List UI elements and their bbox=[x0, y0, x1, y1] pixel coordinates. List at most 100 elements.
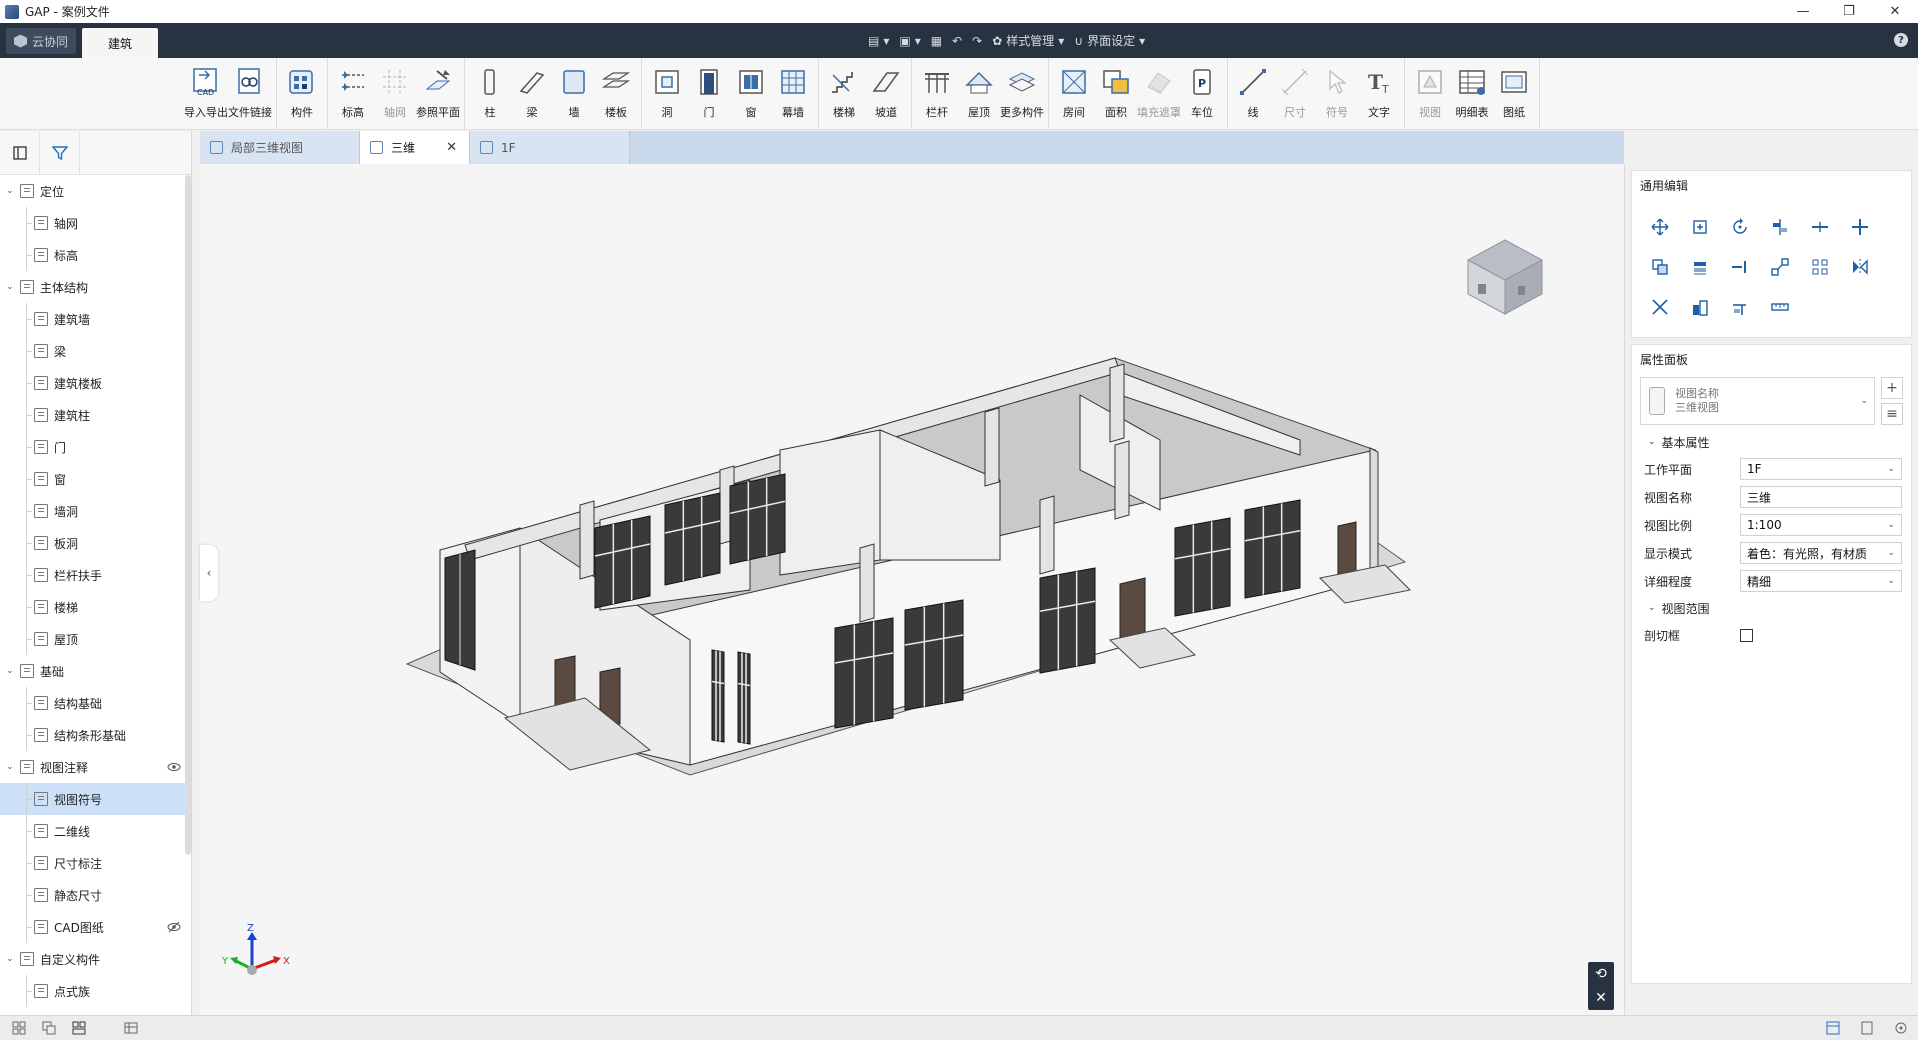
tree-scrollbar[interactable] bbox=[185, 175, 191, 855]
tree-item[interactable]: 窗 bbox=[0, 463, 191, 495]
roof-button[interactable]: 屋顶 bbox=[958, 58, 1000, 129]
tree-item[interactable]: 二维线 bbox=[0, 815, 191, 847]
model-window[interactable] bbox=[1039, 567, 1096, 674]
copy-icon[interactable] bbox=[1680, 207, 1720, 247]
toggle-panel-button[interactable] bbox=[0, 130, 40, 175]
split-icon[interactable] bbox=[1800, 207, 1840, 247]
tree-item[interactable]: 静态尺寸 bbox=[0, 879, 191, 911]
arrange-view-icon[interactable] bbox=[68, 1017, 90, 1039]
property-select[interactable]: 精细 ⌄ bbox=[1740, 570, 1902, 592]
eye-icon[interactable] bbox=[167, 761, 181, 773]
model-window[interactable] bbox=[737, 651, 751, 745]
model-window[interactable] bbox=[711, 649, 725, 743]
document-tab[interactable]: 局部三维视图 bbox=[200, 131, 360, 164]
open-file-menu[interactable]: ▣ ▾ bbox=[899, 34, 920, 48]
new-file-menu[interactable]: ▤ ▾ bbox=[868, 34, 889, 48]
tree-item[interactable]: 结构基础 bbox=[0, 687, 191, 719]
tree-item[interactable]: 板洞 bbox=[0, 527, 191, 559]
line-button[interactable]: 线 bbox=[1232, 58, 1274, 129]
model-column[interactable] bbox=[1039, 495, 1055, 575]
opening-button[interactable]: 洞 bbox=[646, 58, 688, 129]
model-door[interactable] bbox=[1337, 521, 1357, 577]
tree-item[interactable]: 墙洞 bbox=[0, 495, 191, 527]
tree-item[interactable]: 楼梯 bbox=[0, 591, 191, 623]
cascade-view-icon[interactable] bbox=[38, 1017, 60, 1039]
undo-button[interactable]: ↶ bbox=[952, 34, 962, 48]
ramp-button[interactable]: 坡道 bbox=[865, 58, 907, 129]
stair-button[interactable]: 楼梯 bbox=[823, 58, 865, 129]
ui-settings-menu[interactable]: ∪ 界面设定 ▾ bbox=[1074, 32, 1145, 49]
help-icon[interactable]: ? bbox=[1894, 33, 1908, 47]
chevron-down-icon[interactable]: ⌄ bbox=[6, 666, 20, 676]
restore-button[interactable]: ❐ bbox=[1826, 0, 1872, 23]
tree-category[interactable]: ⌄ 主体结构 bbox=[0, 271, 191, 303]
tree-category[interactable]: ⌄ 基础 bbox=[0, 655, 191, 687]
model-column[interactable] bbox=[859, 543, 875, 623]
model-column[interactable] bbox=[1109, 363, 1125, 443]
model-column[interactable] bbox=[1114, 440, 1130, 520]
schedule-button[interactable]: 明细表 bbox=[1451, 58, 1493, 129]
area-button[interactable]: 面积 bbox=[1095, 58, 1137, 129]
measure-icon[interactable] bbox=[1760, 287, 1800, 327]
property-select[interactable]: 着色：有光照，有材质 ⌄ bbox=[1740, 542, 1902, 564]
parking-button[interactable]: P 车位 bbox=[1181, 58, 1223, 129]
trim-icon[interactable] bbox=[1840, 207, 1880, 247]
more-components-button[interactable]: 更多构件 bbox=[1000, 58, 1044, 129]
scale-icon[interactable] bbox=[1760, 247, 1800, 287]
tree-item[interactable]: 点式族 bbox=[0, 975, 191, 1007]
style-management-menu[interactable]: ✿ 样式管理 ▾ bbox=[992, 32, 1064, 49]
add-type-button[interactable]: + bbox=[1881, 377, 1903, 399]
page-icon[interactable] bbox=[1856, 1017, 1878, 1039]
window-button[interactable]: 窗 bbox=[730, 58, 772, 129]
chevron-down-icon[interactable]: ⌄ bbox=[6, 954, 20, 964]
close-window-button[interactable]: ✕ bbox=[1872, 0, 1918, 23]
grid-button[interactable]: 轴网 bbox=[374, 58, 416, 129]
curtain-wall-button[interactable]: 幕墙 bbox=[772, 58, 814, 129]
dimension-button[interactable]: 尺寸 bbox=[1274, 58, 1316, 129]
move-icon[interactable] bbox=[1640, 207, 1680, 247]
model-wall-right[interactable] bbox=[1369, 447, 1379, 581]
tree-category[interactable]: ⌄ 视图注释 bbox=[0, 751, 191, 783]
level-button[interactable]: 标高 bbox=[332, 58, 374, 129]
tree-item[interactable]: 尺寸标注 bbox=[0, 847, 191, 879]
tree-item[interactable]: 建筑楼板 bbox=[0, 367, 191, 399]
delete-icon[interactable] bbox=[1640, 287, 1680, 327]
model-window[interactable] bbox=[664, 492, 721, 586]
model-window[interactable] bbox=[904, 599, 964, 711]
pin-icon[interactable] bbox=[1720, 287, 1760, 327]
model-column[interactable] bbox=[984, 407, 1000, 487]
chevron-down-icon[interactable]: ⌄ bbox=[6, 762, 20, 772]
building-model[interactable] bbox=[200, 164, 1624, 1015]
symbol-button[interactable]: 符号 bbox=[1316, 58, 1358, 129]
close-tab-icon[interactable]: ✕ bbox=[446, 140, 457, 155]
text-button[interactable]: T T 文字 bbox=[1358, 58, 1400, 129]
model-window[interactable] bbox=[834, 617, 894, 729]
property-input[interactable]: 三维 bbox=[1740, 486, 1902, 508]
model-window[interactable] bbox=[1244, 499, 1301, 599]
tree-item[interactable]: 屋顶 bbox=[0, 623, 191, 655]
view-button[interactable]: 视图 bbox=[1409, 58, 1451, 129]
ref-plane-button[interactable]: 参照平面 bbox=[416, 58, 460, 129]
component-button[interactable]: 构件 bbox=[281, 58, 323, 129]
column-button[interactable]: 柱 bbox=[469, 58, 511, 129]
close-navigation-icon[interactable]: ✕ bbox=[1595, 990, 1607, 1006]
chevron-down-icon[interactable]: ⌄ bbox=[6, 186, 20, 196]
save-button[interactable]: ▦ bbox=[931, 34, 942, 48]
group-basic-properties[interactable]: ⌄ 基本属性 bbox=[1632, 429, 1911, 455]
filter-button[interactable] bbox=[40, 130, 80, 175]
reset-view-icon[interactable]: ⟲ bbox=[1595, 966, 1607, 982]
tree-category[interactable]: ⌄ 自定义构件 bbox=[0, 943, 191, 975]
room-button[interactable]: 房间 bbox=[1053, 58, 1095, 129]
tile-view-icon[interactable] bbox=[8, 1017, 30, 1039]
redo-button[interactable]: ↷ bbox=[972, 34, 982, 48]
model-window[interactable] bbox=[729, 473, 786, 565]
minimize-button[interactable]: — bbox=[1780, 0, 1826, 23]
navigation-widget[interactable]: ⟲ ✕ bbox=[1588, 962, 1614, 1010]
table-view-icon[interactable] bbox=[120, 1017, 142, 1039]
beam-button[interactable]: 梁 bbox=[511, 58, 553, 129]
file-link-button[interactable]: 文件链接 bbox=[228, 58, 272, 129]
chevron-down-icon[interactable]: ⌄ bbox=[6, 282, 20, 292]
fill-mask-button[interactable]: 填充遮罩 bbox=[1137, 58, 1181, 129]
cad-import-button[interactable]: CAD 导入导出 bbox=[184, 58, 228, 129]
trim-extend-icon[interactable] bbox=[1720, 247, 1760, 287]
